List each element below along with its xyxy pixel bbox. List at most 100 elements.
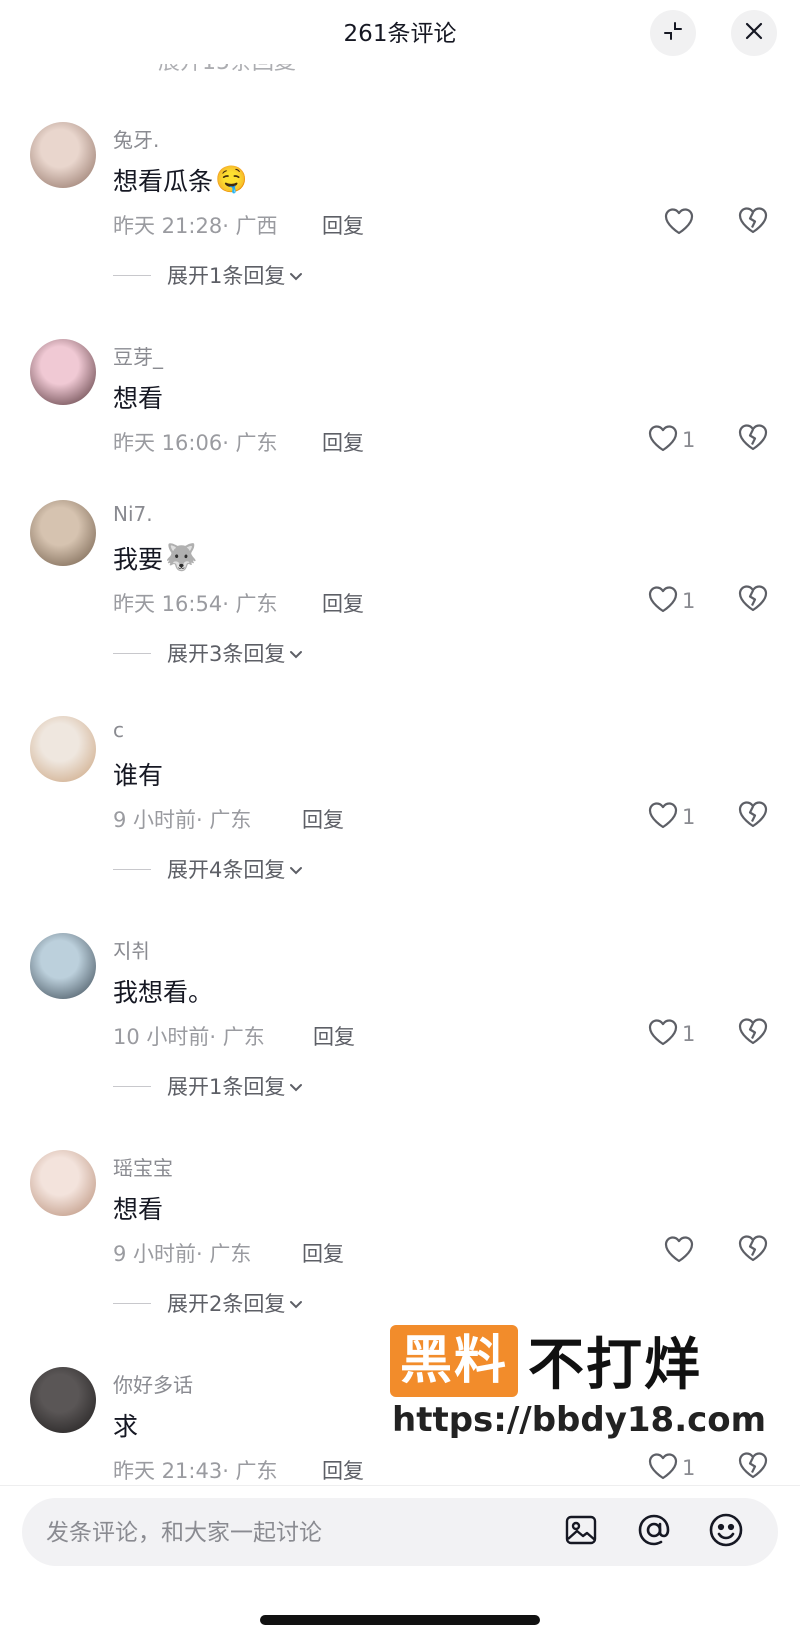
dislike-button[interactable] bbox=[738, 1234, 768, 1266]
broken-heart-icon bbox=[738, 585, 768, 616]
like-button[interactable]: 1 bbox=[648, 1451, 695, 1485]
broken-heart-icon bbox=[738, 801, 768, 832]
comment-body: 谁有 bbox=[113, 761, 164, 790]
comment-time: 昨天 21:28 bbox=[113, 214, 223, 238]
close-button[interactable] bbox=[731, 10, 777, 56]
watermark-brand: 黑料 不打烊 bbox=[390, 1320, 702, 1401]
reply-button[interactable]: 回复 bbox=[302, 804, 344, 834]
image-button[interactable] bbox=[560, 1511, 602, 1553]
avatar[interactable] bbox=[30, 1367, 96, 1433]
expand-replies[interactable]: 展开1条回复 bbox=[113, 1071, 303, 1101]
chevron-down-icon bbox=[289, 1291, 303, 1315]
reply-button[interactable]: 回复 bbox=[302, 1238, 344, 1268]
dislike-button[interactable] bbox=[738, 423, 768, 455]
expand-replies[interactable]: 展开1条回复 bbox=[113, 260, 303, 290]
expand-replies-label: 展开1条回复 bbox=[167, 1075, 286, 1099]
divider bbox=[113, 868, 151, 870]
comments-header: 261条评论 bbox=[0, 0, 800, 64]
avatar[interactable] bbox=[30, 716, 96, 782]
heart-icon bbox=[648, 801, 678, 834]
avatar[interactable] bbox=[30, 933, 96, 999]
expand-replies[interactable]: 展开4条回复 bbox=[113, 854, 303, 884]
comment-meta: 9 小时前· 广东 bbox=[113, 1238, 251, 1268]
reply-button[interactable]: 回复 bbox=[322, 210, 364, 240]
collapse-button[interactable] bbox=[650, 10, 696, 56]
comment-text: 谁有 bbox=[113, 756, 165, 792]
comment-input[interactable] bbox=[44, 1498, 548, 1568]
comment-emoji: 🤤 bbox=[215, 165, 248, 195]
comment-username[interactable]: c bbox=[113, 718, 124, 742]
broken-heart-icon bbox=[738, 1235, 768, 1266]
divider bbox=[113, 1085, 151, 1087]
comment-username[interactable]: 지취 bbox=[113, 935, 150, 964]
comment-time: 昨天 21:43 bbox=[113, 1459, 223, 1483]
avatar[interactable] bbox=[30, 122, 96, 188]
at-icon bbox=[636, 1512, 672, 1552]
like-button[interactable]: 1 bbox=[648, 800, 695, 834]
avatar[interactable] bbox=[30, 1150, 96, 1216]
comment-meta: 9 小时前· 广东 bbox=[113, 804, 251, 834]
comment-meta: 昨天 16:06· 广东 bbox=[113, 427, 278, 457]
comment-meta: 昨天 21:43· 广东 bbox=[113, 1455, 278, 1485]
watermark-brand-rest: 不打烊 bbox=[528, 1333, 703, 1398]
like-button[interactable]: 1 bbox=[648, 1017, 695, 1051]
comment-time: 9 小时前 bbox=[113, 1242, 197, 1266]
emoji-button[interactable] bbox=[705, 1511, 747, 1553]
comment-input-bar[interactable] bbox=[22, 1498, 778, 1568]
divider bbox=[113, 274, 151, 276]
like-button[interactable]: 1 bbox=[648, 584, 695, 618]
dislike-button[interactable] bbox=[738, 584, 768, 616]
reply-button[interactable]: 回复 bbox=[313, 1021, 355, 1051]
reply-button[interactable]: 回复 bbox=[322, 588, 364, 618]
mention-button[interactable] bbox=[633, 1511, 675, 1553]
comment-body: 求 bbox=[113, 1412, 139, 1441]
comment-username[interactable]: 瑶宝宝 bbox=[113, 1152, 173, 1181]
comment-text: 我要 🐺 bbox=[113, 540, 197, 576]
dislike-button[interactable] bbox=[738, 1451, 768, 1483]
comment-text: 求 bbox=[113, 1407, 140, 1443]
image-icon bbox=[564, 1513, 598, 1551]
comment-location: · 广西 bbox=[222, 214, 278, 238]
chevron-down-icon bbox=[289, 1074, 303, 1098]
expand-replies-label: 展开3条回复 bbox=[167, 642, 286, 666]
avatar[interactable] bbox=[30, 339, 96, 405]
comment-location: · 广东 bbox=[222, 1459, 278, 1483]
comment-username[interactable]: 兔牙. bbox=[113, 124, 159, 153]
like-count: 1 bbox=[682, 589, 696, 613]
like-count: 1 bbox=[682, 1456, 696, 1480]
comment-list[interactable]: 兔牙. 想看瓜条 🤤 昨天 21:28· 广西 回复 展开1条回复 豆芽_ 想看 bbox=[0, 0, 800, 1485]
comment-text: 我想看。 bbox=[113, 973, 215, 1009]
heart-icon bbox=[664, 207, 694, 240]
dislike-button[interactable] bbox=[738, 800, 768, 832]
heart-icon bbox=[648, 585, 678, 618]
expand-replies[interactable]: 展开3条回复 bbox=[113, 638, 303, 668]
broken-heart-icon bbox=[738, 424, 768, 455]
expand-replies-label: 展开4条回复 bbox=[167, 858, 286, 882]
comment-username[interactable]: 你好多话 bbox=[113, 1369, 193, 1398]
reply-button[interactable]: 回复 bbox=[322, 427, 364, 457]
emoji-icon bbox=[708, 1512, 744, 1552]
avatar[interactable] bbox=[30, 500, 96, 566]
like-button[interactable]: 1 bbox=[648, 423, 695, 457]
comment-body: 我想看。 bbox=[113, 978, 214, 1007]
comment-username[interactable]: Ni7. bbox=[113, 502, 153, 526]
heart-icon bbox=[648, 424, 678, 457]
comment-location: · 广东 bbox=[222, 592, 278, 616]
like-button[interactable] bbox=[664, 206, 698, 240]
comment-username[interactable]: 豆芽_ bbox=[113, 341, 163, 370]
divider bbox=[113, 652, 151, 654]
broken-heart-icon bbox=[738, 1452, 768, 1483]
comment-body: 想看 bbox=[113, 384, 164, 413]
reply-button[interactable]: 回复 bbox=[322, 1455, 364, 1485]
like-button[interactable] bbox=[664, 1234, 698, 1268]
comment-time: 昨天 16:06 bbox=[113, 431, 223, 455]
dislike-button[interactable] bbox=[738, 1017, 768, 1049]
collapse-icon bbox=[661, 19, 685, 47]
dislike-button[interactable] bbox=[738, 206, 768, 238]
heart-icon bbox=[664, 1235, 694, 1268]
comment-time: 10 小时前 bbox=[113, 1025, 210, 1049]
comment-meta: 10 小时前· 广东 bbox=[113, 1021, 265, 1051]
comment-text: 想看瓜条 🤤 bbox=[113, 162, 247, 198]
expand-replies[interactable]: 展开2条回复 bbox=[113, 1288, 303, 1318]
comment-meta: 昨天 16:54· 广东 bbox=[113, 588, 278, 618]
